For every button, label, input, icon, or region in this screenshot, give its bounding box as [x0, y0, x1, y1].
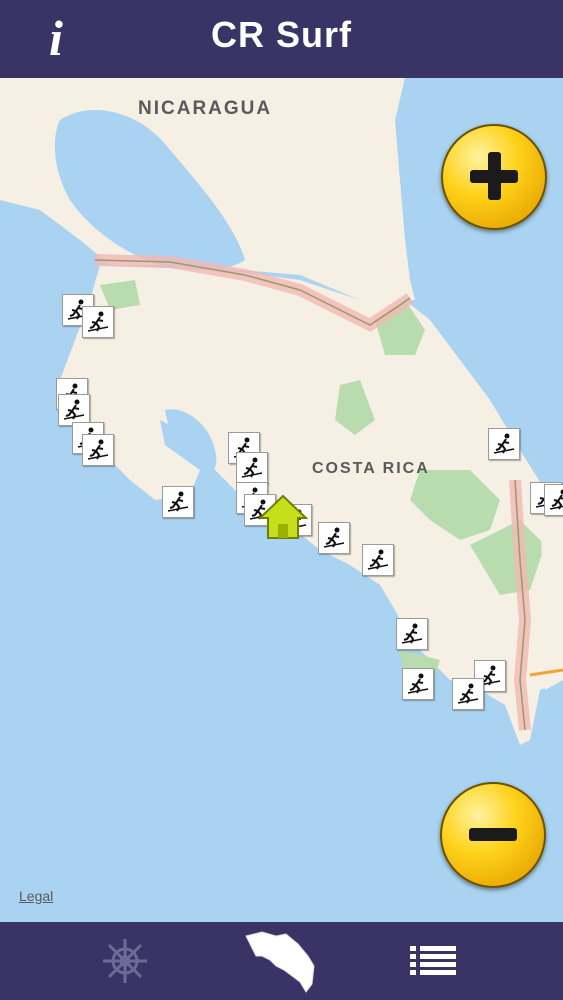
surf-spot-marker[interactable] — [402, 668, 434, 700]
home-location-marker[interactable] — [258, 494, 308, 542]
surf-spot-marker[interactable] — [162, 486, 194, 518]
surf-spot-marker[interactable] — [318, 522, 350, 554]
surfer-icon — [167, 491, 189, 512]
surfer-icon — [401, 623, 423, 644]
home-icon — [258, 494, 308, 539]
app-title: CR Surf — [211, 14, 352, 55]
surfer-icon — [323, 527, 345, 548]
tab-map[interactable] — [240, 922, 320, 1000]
surfer-icon — [407, 673, 429, 694]
tab-settings[interactable] — [95, 922, 155, 1000]
label-nicaragua: NICARAGUA — [138, 98, 273, 119]
surf-spot-marker[interactable] — [488, 428, 520, 460]
zoom-out-button[interactable] — [440, 782, 546, 888]
surfer-icon — [457, 683, 479, 704]
surf-spot-marker[interactable] — [396, 618, 428, 650]
surfer-icon — [241, 457, 263, 478]
surf-spot-marker[interactable] — [362, 544, 394, 576]
header-bar: i CR Surf — [0, 0, 563, 78]
tab-list[interactable] — [408, 922, 458, 1000]
surfer-icon — [549, 489, 563, 510]
surf-spot-marker[interactable] — [236, 452, 268, 484]
label-costa-rica: COSTA RICA — [312, 460, 430, 477]
helm-wheel-icon — [103, 939, 147, 983]
surfer-icon — [87, 439, 109, 460]
costa-rica-map-icon — [245, 931, 315, 993]
surfer-icon — [87, 311, 109, 332]
surf-spot-marker[interactable] — [82, 434, 114, 466]
legal-link[interactable]: Legal — [19, 888, 53, 904]
surf-spot-marker[interactable] — [544, 484, 563, 516]
tab-bar — [0, 922, 563, 1000]
map-view[interactable]: NICARAGUA COSTA RICA Legal — [0, 78, 563, 922]
surfer-icon — [63, 399, 85, 420]
surfer-icon — [493, 433, 515, 454]
surfer-icon — [367, 549, 389, 570]
zoom-in-button[interactable] — [441, 124, 547, 230]
surf-spot-marker[interactable] — [82, 306, 114, 338]
list-icon — [410, 946, 456, 975]
surf-spot-marker[interactable] — [452, 678, 484, 710]
minus-icon — [469, 828, 517, 841]
